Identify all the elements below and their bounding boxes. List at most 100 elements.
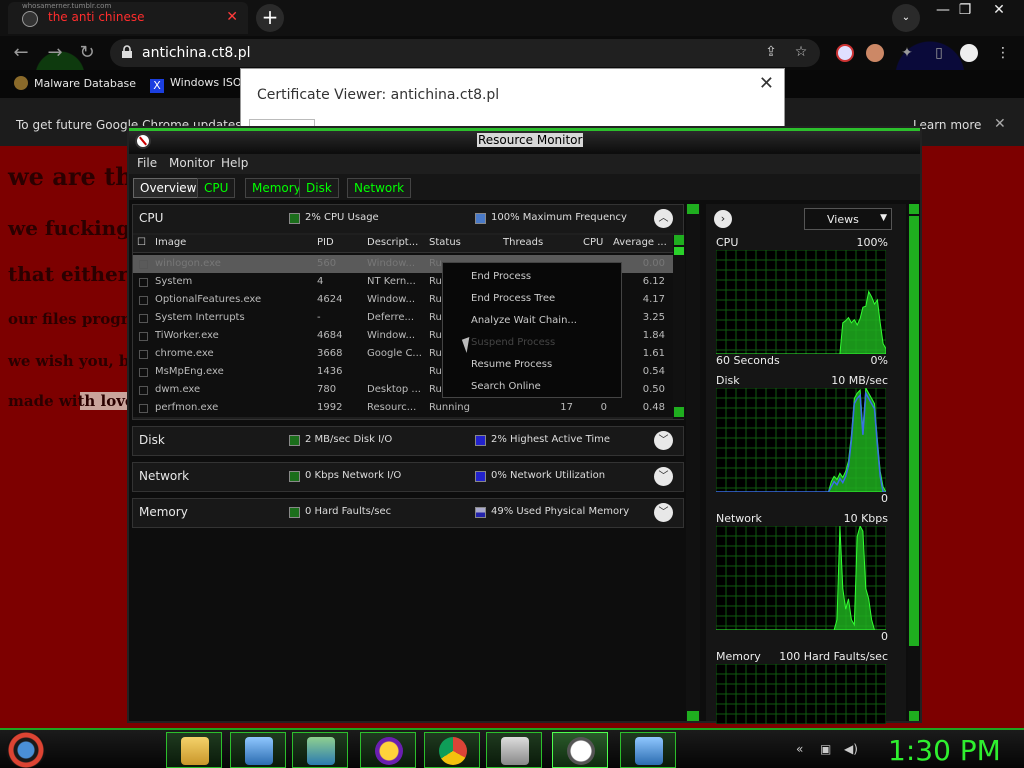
volume-icon[interactable]: ◀) (844, 742, 858, 756)
menu-end-process-tree[interactable]: End Process Tree (471, 293, 555, 304)
row-checkbox[interactable] (139, 278, 148, 287)
views-dropdown[interactable]: Views ▼ (804, 208, 892, 230)
col-threads[interactable]: Threads (503, 237, 543, 248)
expand-icon[interactable]: ﹀ (654, 503, 673, 522)
row-checkbox[interactable] (139, 332, 148, 341)
scroll-up-icon[interactable] (909, 204, 919, 214)
clock[interactable]: 1:30 PM (888, 734, 1001, 767)
close-window-icon[interactable]: ✕ (984, 2, 1014, 18)
memory-panel-header[interactable]: Memory 0 Hard Faults/sec 49% Used Physic… (133, 499, 683, 527)
url-text: antichina.ct8.pl (142, 45, 251, 61)
network-utilization: 0% Network Utilization (491, 470, 606, 481)
tab-disk[interactable]: Disk (299, 178, 339, 198)
cpu-usage: 2% CPU Usage (305, 212, 379, 223)
window-titlebar[interactable]: Resource Monitor (129, 128, 920, 152)
menu-analyze-wait-chain[interactable]: Analyze Wait Chain... (471, 315, 577, 326)
restore-icon[interactable]: ❐ (950, 2, 980, 18)
highlighted-text: made with love (8, 392, 135, 410)
learn-more-link[interactable]: Learn more (913, 118, 981, 132)
taskbar-yahoo[interactable] (360, 732, 416, 768)
taskbar-messenger[interactable] (292, 732, 348, 768)
row-checkbox[interactable] (139, 314, 148, 323)
cpu-panel-header[interactable]: CPU 2% CPU Usage 100% Maximum Frequency … (133, 205, 683, 233)
table-scrollbar[interactable] (673, 235, 685, 419)
close-icon[interactable]: ✕ (226, 9, 238, 25)
browser-tab[interactable]: whosamerner.tumblr.com the anti chinese … (8, 2, 248, 34)
row-checkbox[interactable] (139, 386, 148, 395)
disk-active-time: 2% Highest Active Time (491, 434, 611, 445)
close-icon[interactable]: ✕ (759, 73, 774, 94)
menu-dots-icon[interactable]: ⋮ (992, 42, 1014, 64)
row-checkbox[interactable] (139, 350, 148, 359)
extension-icon[interactable] (836, 44, 854, 62)
taskbar-window[interactable] (620, 732, 676, 768)
network-panel-header[interactable]: Network 0 Kbps Network I/O 0% Network Ut… (133, 463, 683, 491)
share-icon[interactable]: ⇪ (762, 44, 780, 62)
menu-resume-process[interactable]: Resume Process (471, 359, 552, 370)
new-tab-button[interactable]: + (256, 4, 284, 32)
col-average[interactable]: Average ... (613, 237, 667, 248)
menu-file[interactable]: File (137, 156, 157, 170)
scroll-down-icon[interactable] (674, 407, 684, 417)
collapse-icon[interactable]: ︿ (654, 209, 673, 228)
taskbar-explorer[interactable] (166, 732, 222, 768)
certificate-viewer-dialog: Certificate Viewer: antichina.ct8.pl ✕ (240, 68, 785, 133)
col-image[interactable]: Image (155, 237, 186, 248)
taskbar-resource-monitor[interactable] (552, 732, 608, 768)
select-all-checkbox[interactable]: ☐ (137, 237, 146, 248)
menu-help[interactable]: Help (221, 156, 248, 170)
back-icon[interactable]: ← (10, 42, 32, 64)
taskbar-recycle[interactable] (486, 732, 542, 768)
network-panel[interactable]: Network 0 Kbps Network I/O 0% Network Ut… (132, 462, 684, 492)
bookmark-star-icon[interactable]: ☆ (792, 44, 810, 62)
sidepanel-icon[interactable]: ▯ (928, 42, 950, 64)
cell-desc: NT Kern... (367, 276, 416, 287)
scroll-down-icon[interactable] (909, 711, 919, 721)
disk-panel-header[interactable]: Disk 2 MB/sec Disk I/O 2% Highest Active… (133, 427, 683, 455)
tab-cpu[interactable]: CPU (197, 178, 236, 198)
bookmark-malware-database[interactable]: Malware Database (14, 76, 136, 90)
tab-search-button[interactable]: ⌄ (892, 4, 920, 32)
taskbar-photos[interactable] (230, 732, 286, 768)
reload-icon[interactable]: ↻ (76, 42, 98, 64)
expand-icon[interactable]: ﹀ (654, 431, 673, 450)
memory-panel[interactable]: Memory 0 Hard Faults/sec 49% Used Physic… (132, 498, 684, 528)
network-icon[interactable]: ▣ (820, 742, 831, 756)
scroll-down-icon[interactable] (687, 711, 699, 721)
row-checkbox[interactable] (139, 368, 148, 377)
scroll-thumb[interactable] (674, 247, 684, 255)
address-bar[interactable]: antichina.ct8.pl ⇪ ☆ (110, 39, 820, 67)
row-checkbox[interactable] (139, 296, 148, 305)
row-checkbox[interactable] (139, 260, 148, 269)
col-pid[interactable]: PID (317, 237, 334, 248)
forward-icon[interactable]: → (44, 42, 66, 64)
close-icon[interactable]: ✕ (994, 116, 1006, 132)
puzzle-icon[interactable]: ✦ (896, 42, 918, 64)
col-description[interactable]: Descript... (367, 237, 418, 248)
expand-arrow-icon[interactable]: › (714, 210, 732, 228)
tab-network[interactable]: Network (347, 178, 412, 198)
taskbar-chrome[interactable] (424, 732, 480, 768)
graph-scrollbar[interactable] (908, 204, 920, 721)
scroll-up-icon[interactable] (687, 204, 699, 214)
scroll-up-icon[interactable] (674, 235, 684, 245)
main-scrollbar[interactable] (686, 204, 700, 721)
menu-search-online[interactable]: Search Online (471, 381, 541, 392)
menu-monitor[interactable]: Monitor (169, 156, 215, 170)
profile-avatar[interactable] (960, 44, 978, 62)
menu-end-process[interactable]: End Process (471, 271, 531, 282)
tray-chevron-icon[interactable]: « (796, 742, 803, 756)
bookmark-windows-iso[interactable]: X Windows ISO (150, 76, 241, 93)
extension-avatar-icon[interactable] (866, 44, 884, 62)
col-status[interactable]: Status (429, 237, 461, 248)
start-button[interactable] (6, 732, 46, 768)
page-line: our files progr (8, 310, 129, 328)
row-checkbox[interactable] (139, 404, 148, 413)
table-row[interactable]: perfmon.exe 1992 Resourc... Running 17 0 0.48 (133, 399, 673, 417)
col-cpu[interactable]: CPU (583, 237, 603, 248)
cell-image: TiWorker.exe (155, 330, 219, 341)
tab-overview[interactable]: Overview (133, 178, 204, 198)
scroll-thumb[interactable] (909, 216, 919, 646)
disk-panel[interactable]: Disk 2 MB/sec Disk I/O 2% Highest Active… (132, 426, 684, 456)
expand-icon[interactable]: ﹀ (654, 467, 673, 486)
